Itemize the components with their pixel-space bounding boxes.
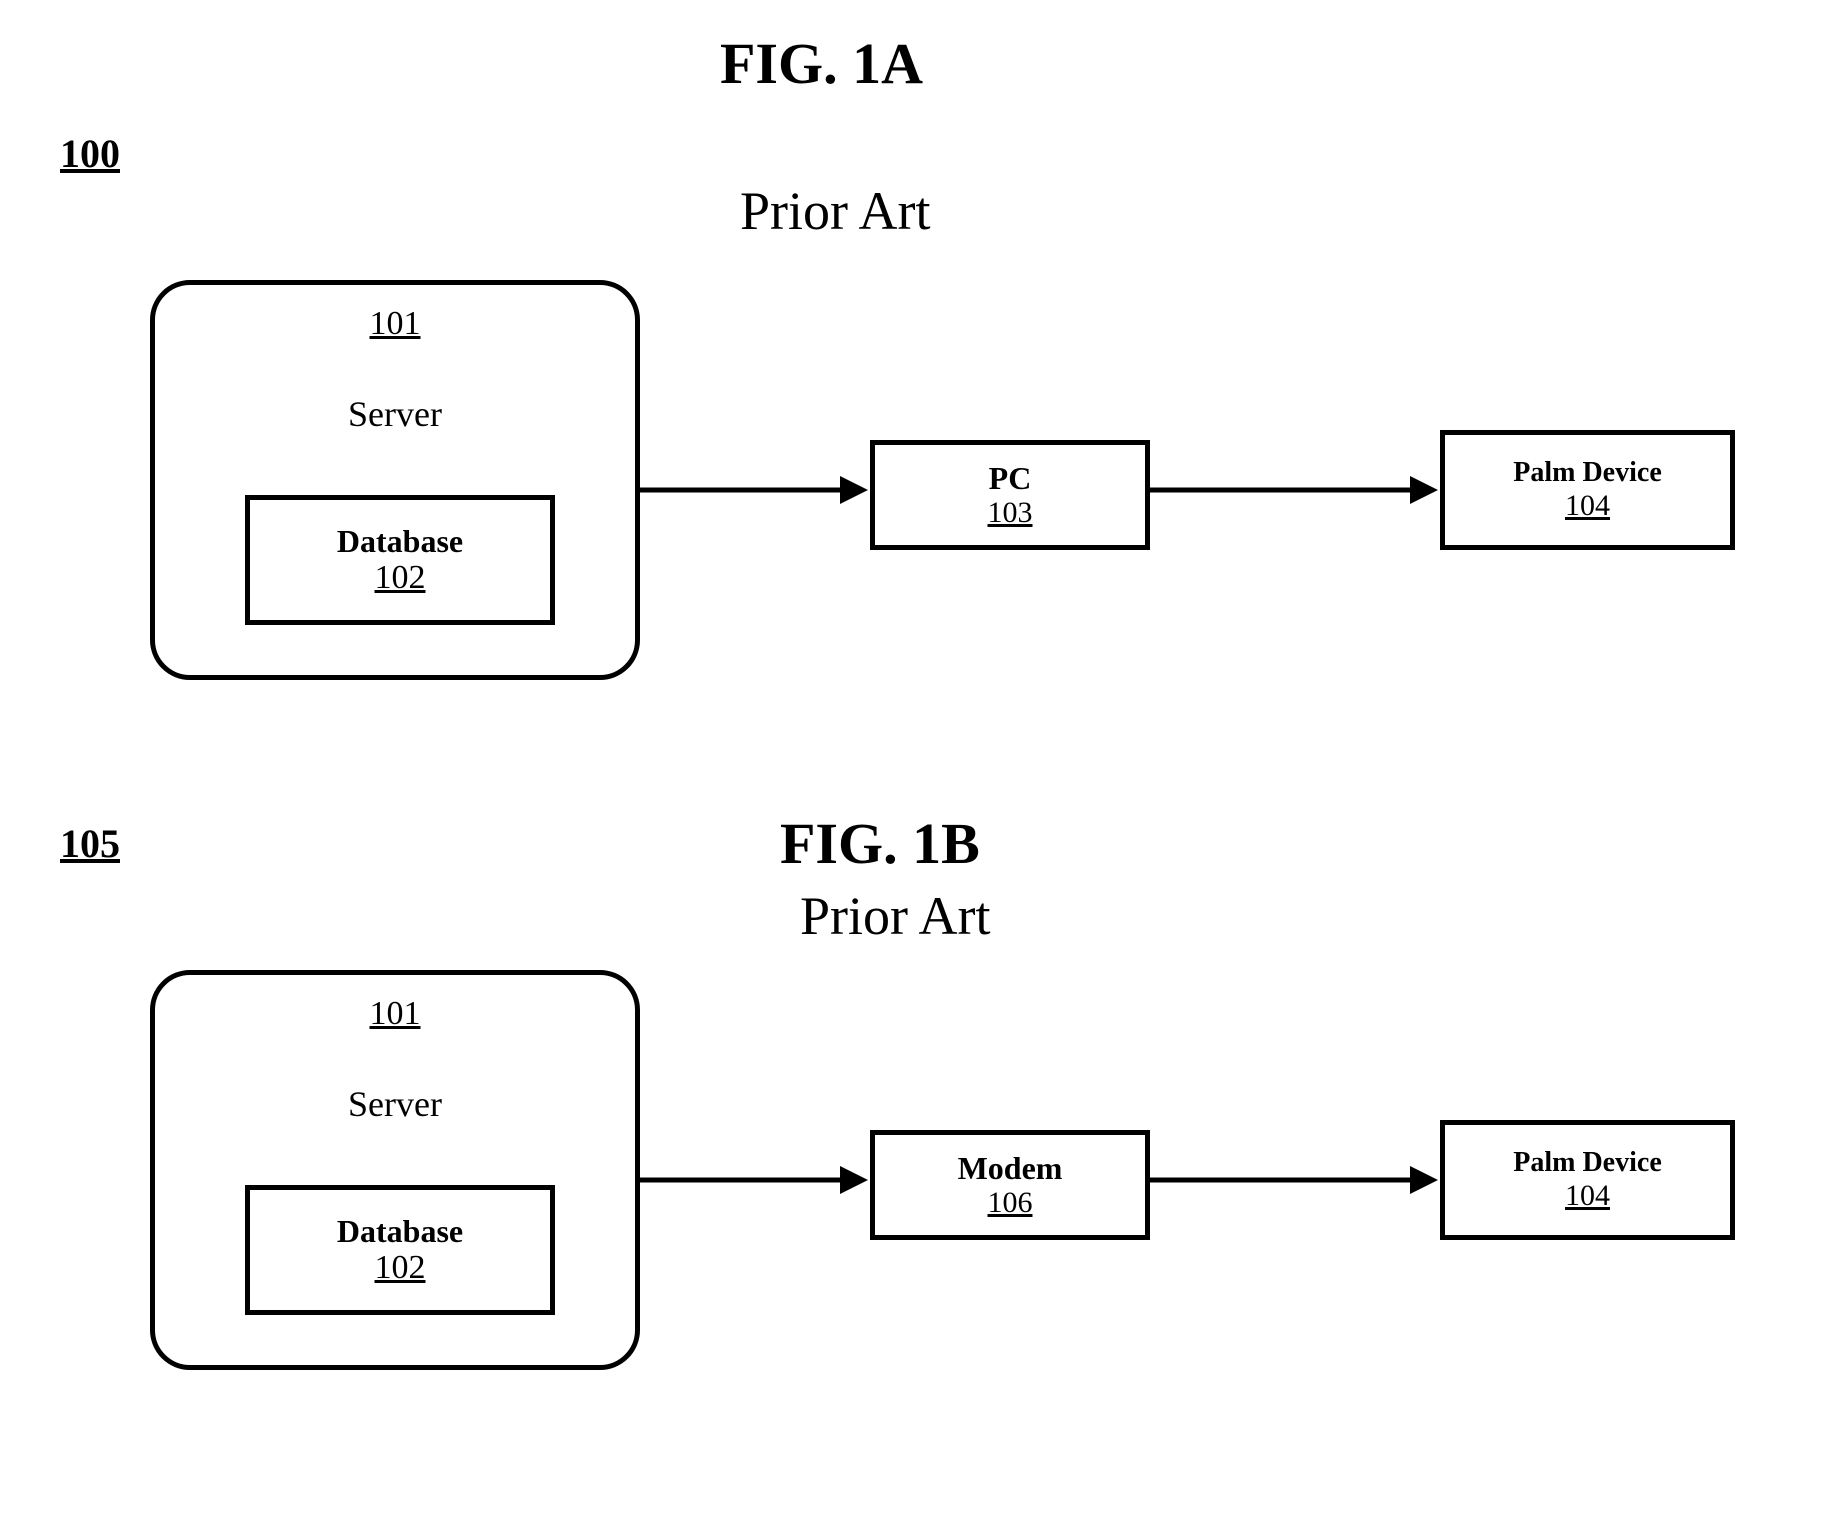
fig-a-palm-label: Palm Device	[1513, 458, 1662, 489]
fig-b-title: FIG. 1B	[780, 810, 980, 877]
fig-a-server-box: 101 Server Database 102	[150, 280, 640, 680]
fig-b-palm-label: Palm Device	[1513, 1148, 1662, 1179]
fig-b-ref: 105	[60, 820, 120, 867]
fig-b-modem-ref: 106	[988, 1186, 1033, 1219]
fig-b-database-box: Database 102	[245, 1185, 555, 1315]
fig-a-palm-box: Palm Device 104	[1440, 430, 1735, 550]
fig-a-pc-ref: 103	[988, 496, 1033, 529]
fig-a-pc-box: PC 103	[870, 440, 1150, 550]
fig-b-database-ref: 102	[375, 1249, 426, 1286]
fig-b-server-ref: 101	[155, 995, 635, 1032]
fig-b-modem-label: Modem	[958, 1151, 1063, 1186]
fig-b-palm-ref: 104	[1565, 1179, 1610, 1212]
fig-a-title: FIG. 1A	[720, 30, 923, 97]
fig-b-modem-box: Modem 106	[870, 1130, 1150, 1240]
fig-b-palm-box: Palm Device 104	[1440, 1120, 1735, 1240]
fig-a-subtitle: Prior Art	[740, 180, 931, 242]
fig-b-subtitle: Prior Art	[800, 885, 991, 947]
fig-a-database-box: Database 102	[245, 495, 555, 625]
fig-a-palm-ref: 104	[1565, 489, 1610, 522]
fig-a-server-label: Server	[155, 395, 635, 435]
fig-a-database-ref: 102	[375, 559, 426, 596]
fig-a-arrow-server-pc	[640, 470, 870, 510]
fig-b-arrow-server-modem	[640, 1160, 870, 1200]
fig-b-database-label: Database	[337, 1214, 463, 1249]
fig-b-server-box: 101 Server Database 102	[150, 970, 640, 1370]
fig-a-pc-label: PC	[989, 461, 1032, 496]
fig-b-arrow-modem-palm	[1150, 1160, 1440, 1200]
fig-a-server-ref: 101	[155, 305, 635, 342]
fig-a-database-label: Database	[337, 524, 463, 559]
fig-b-server-label: Server	[155, 1085, 635, 1125]
diagram-canvas: FIG. 1A 100 Prior Art 101 Server Databas…	[0, 0, 1822, 1531]
fig-a-arrow-pc-palm	[1150, 470, 1440, 510]
fig-a-ref: 100	[60, 130, 120, 177]
